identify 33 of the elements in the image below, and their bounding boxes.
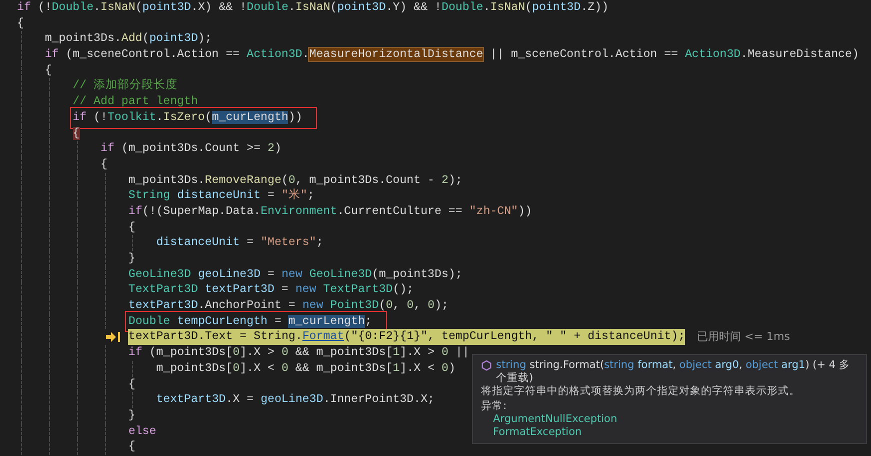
code-line: if(!(SuperMap.Data.Environment.CurrentCulture == "zh-CN")) (128, 204, 532, 220)
code-line: m_point3Ds.Add(point3D); (44, 31, 212, 48)
code-line: if (m_point3Ds.Count >= 2) (100, 141, 282, 157)
code-line: if (m_point3Ds[0].X > 0 && m_point3Ds[1].X > 0 || (128, 345, 470, 361)
exception-link[interactable]: ArgumentNullException (481, 413, 858, 426)
code-line: { (100, 156, 108, 173)
code-line: textPart3D.AnchorPoint = new Point3D(0, 0, 0); (128, 298, 448, 314)
code-line: } (128, 251, 136, 267)
code-line: if (!Double.IsNaN(point3D.X) && !Double.IsNaN(point3D.Y) && !Double.IsNaN(point3D.Z)) (17, 0, 609, 16)
code-line: } (128, 408, 136, 424)
code-line: { (44, 62, 52, 78)
method-signature: string string.Format(string format, object arg0, object arg1) (+ 4 多个重载) (496, 359, 851, 385)
code-line: m_point3Ds.RemoveRange(0, m_point3Ds.Count - 2); (128, 172, 462, 188)
code-line: if (!Toolkit.IsZero(m_curLength)) (72, 110, 314, 126)
code-line: // Add part length (72, 94, 198, 110)
code-line: Double tempCurLength = m_curLength; (128, 314, 384, 330)
code-line: distanceUnit = "Meters"; (156, 235, 324, 252)
code-line: { (128, 376, 136, 392)
code-line: { (128, 220, 136, 236)
code-line: String distanceUnit = "米"; (128, 188, 314, 204)
method-description: 将指定字符串中的格式项替换为两个指定对象的字符串表示形式。 (481, 385, 801, 398)
elapsed-time-hint: 已用时间 <= 1ms (697, 329, 790, 346)
code-line: TextPart3D textPart3D = new TextPart3D(); (128, 282, 414, 298)
code-line: m_point3Ds[0].X < 0 && m_point3Ds[1].X < 0) (156, 360, 456, 377)
code-line: GeoLine3D geoLine3D = new GeoLine3D(m_point3Ds); (128, 266, 462, 282)
code-line: // 添加部分段长度 (72, 78, 178, 94)
exceptions-heading: 异常: (481, 400, 508, 413)
code-line: else (128, 424, 156, 440)
exception-link[interactable]: FormatException (481, 426, 858, 439)
code-line: textPart3D.X = geoLine3D.InnerPoint3D.X; (156, 392, 435, 408)
code-line: { (128, 439, 136, 455)
code-line: { (17, 16, 24, 32)
code-line: if (m_sceneControl.Action == Action3D.MeasureHorizontalDistance || m_sceneControl.Action == Action3D.MeasureDistance) (44, 47, 859, 63)
